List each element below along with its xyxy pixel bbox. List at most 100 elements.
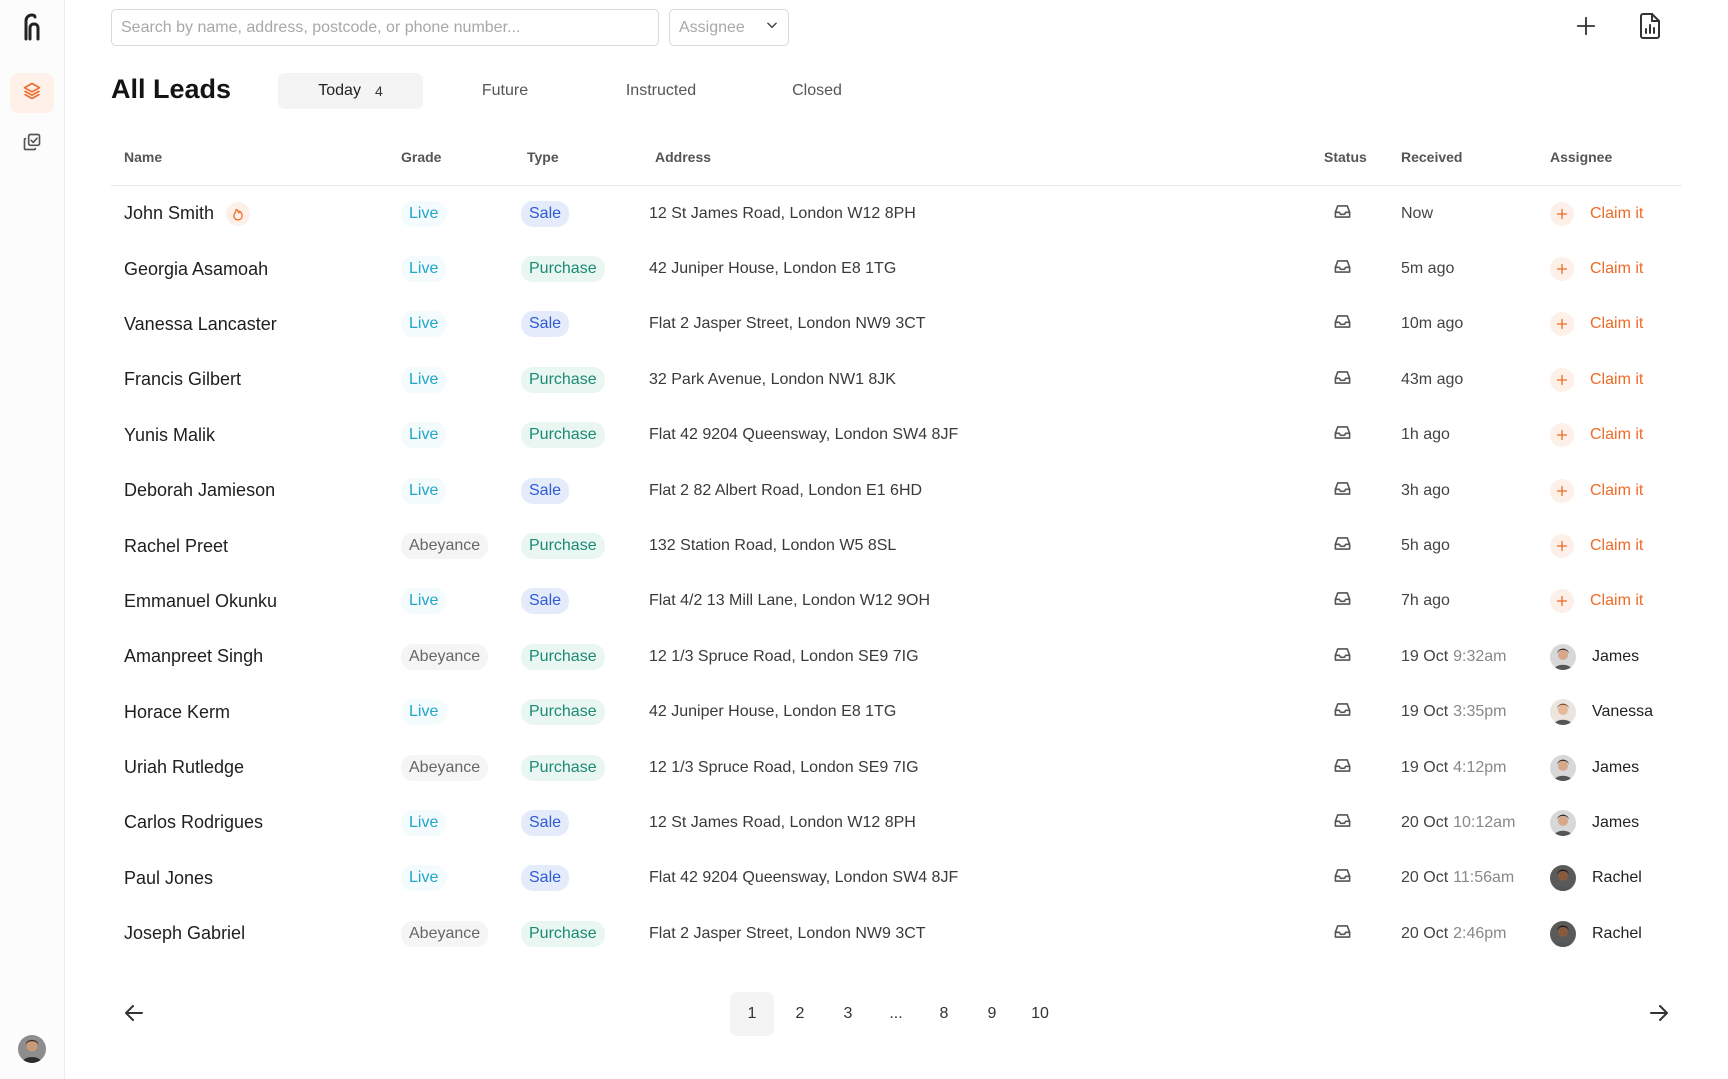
column-header-type[interactable]: Type (527, 149, 559, 165)
table-row[interactable]: Yunis Malik Live Purchase Flat 42 9204 Quee… (111, 408, 1682, 463)
page-number-button[interactable]: 2 (778, 992, 822, 1036)
column-header-received[interactable]: Received (1401, 149, 1462, 165)
assignee[interactable]: James (1550, 809, 1639, 836)
inbox-icon[interactable] (1333, 700, 1352, 724)
tab-instructed[interactable]: Instructed (605, 73, 717, 109)
inbox-icon[interactable] (1333, 866, 1352, 890)
table-row[interactable]: Deborah Jamieson Live Sale Flat 2 82 Albert… (111, 463, 1682, 518)
table-row[interactable]: Georgia Asamoah Live Purchase 42 Juniper Ho… (111, 241, 1682, 296)
page-number-button[interactable]: 1 (730, 992, 774, 1036)
table-row[interactable]: Paul Jones Live Sale Flat 42 9204 Queensway… (111, 851, 1682, 906)
page-number-button[interactable]: 9 (970, 992, 1014, 1036)
table-row[interactable]: Uriah Rutledge Abeyance Purchase 12 1/3 Spr… (111, 740, 1682, 795)
assignee-cell: Rachel (1550, 851, 1642, 906)
assignee[interactable]: Rachel (1550, 865, 1642, 892)
lead-address: 12 St James Road, London W12 8PH (649, 813, 916, 831)
lead-name[interactable]: Yunis Malik (124, 425, 215, 446)
received-date: 20 Oct (1401, 869, 1449, 887)
table-row[interactable]: Rachel Preet Abeyance Purchase 132 Station … (111, 518, 1682, 573)
user-avatar[interactable] (18, 1035, 46, 1063)
lead-name[interactable]: Horace Kerm (124, 702, 230, 723)
assignee[interactable]: Vanessa (1550, 699, 1653, 726)
table-row[interactable]: Joseph Gabriel Abeyance Purchase Flat 2 Jas… (111, 906, 1682, 961)
column-header-name[interactable]: Name (124, 149, 162, 165)
column-header-status[interactable]: Status (1324, 149, 1367, 165)
lead-name-cell: Uriah Rutledge (124, 740, 244, 795)
status-cell (1333, 463, 1352, 518)
lead-address: Flat 2 Jasper Street, London NW9 3CT (649, 924, 926, 942)
plus-icon (1550, 201, 1574, 226)
inbox-icon[interactable] (1333, 756, 1352, 780)
table-row[interactable]: Horace Kerm Live Purchase 42 Juniper House,… (111, 685, 1682, 740)
claim-button[interactable]: Claim it (1550, 312, 1643, 337)
assignee-filter-dropdown[interactable]: Assignee (669, 9, 789, 46)
table-row[interactable]: Vanessa Lancaster Live Sale Flat 2 Jasper S… (111, 297, 1682, 352)
lead-name[interactable]: John Smith (124, 203, 214, 224)
lead-name[interactable]: Francis Gilbert (124, 369, 241, 390)
inbox-icon[interactable] (1333, 257, 1352, 281)
claim-button[interactable]: Claim it (1550, 589, 1643, 614)
report-button[interactable] (1634, 12, 1666, 44)
received-time: 11:56am (1453, 869, 1515, 887)
assignee[interactable]: Rachel (1550, 920, 1642, 947)
grade-cell: Live (401, 795, 447, 850)
table-row[interactable]: Emmanuel Okunku Live Sale Flat 4/2 13 Mill … (111, 574, 1682, 629)
lead-name[interactable]: Emmanuel Okunku (124, 591, 277, 612)
inbox-icon[interactable] (1333, 312, 1352, 336)
inbox-icon[interactable] (1333, 479, 1352, 503)
prev-page-button[interactable] (117, 998, 151, 1032)
received-date: 1h ago (1401, 426, 1450, 444)
claim-button[interactable]: Claim it (1550, 201, 1643, 226)
page-number-button[interactable]: 3 (826, 992, 870, 1036)
brand-logo-icon[interactable] (20, 12, 44, 42)
claim-button[interactable]: Claim it (1550, 367, 1643, 392)
search-input[interactable] (111, 9, 659, 46)
claim-button[interactable]: Claim it (1550, 478, 1643, 503)
lead-name[interactable]: Rachel Preet (124, 536, 228, 557)
assignee-cell: Claim it (1550, 463, 1643, 518)
grade-badge: Live (401, 256, 447, 283)
table-row[interactable]: John Smith Live Sale 12 St James Road, Lond… (111, 186, 1682, 241)
tab-today[interactable]: Today 4 (278, 73, 423, 109)
inbox-icon[interactable] (1333, 368, 1352, 392)
assignee-name: James (1592, 647, 1640, 665)
tab-closed[interactable]: Closed (767, 73, 867, 109)
lead-name[interactable]: Joseph Gabriel (124, 923, 245, 944)
next-page-button[interactable] (1642, 998, 1676, 1032)
inbox-icon[interactable] (1333, 922, 1352, 946)
column-header-grade[interactable]: Grade (401, 149, 441, 165)
lead-name[interactable]: Georgia Asamoah (124, 259, 268, 280)
table-row[interactable]: Amanpreet Singh Abeyance Purchase 12 1/3 Sp… (111, 629, 1682, 684)
inbox-icon[interactable] (1333, 202, 1352, 226)
received-cell: 19 Oct 9:32am (1401, 629, 1507, 684)
lead-name[interactable]: Carlos Rodrigues (124, 812, 263, 833)
sidebar-item-leads[interactable] (10, 73, 54, 113)
table-row[interactable]: Carlos Rodrigues Live Sale 12 St James Road… (111, 795, 1682, 850)
claim-button[interactable]: Claim it (1550, 257, 1643, 282)
lead-name[interactable]: Amanpreet Singh (124, 646, 263, 667)
lead-name[interactable]: Deborah Jamieson (124, 480, 275, 501)
lead-name[interactable]: Vanessa Lancaster (124, 314, 277, 335)
column-header-assignee[interactable]: Assignee (1550, 149, 1612, 165)
table-row[interactable]: Francis Gilbert Live Purchase 32 Park Avenu… (111, 352, 1682, 407)
page-number-button[interactable]: 10 (1018, 992, 1062, 1036)
inbox-icon[interactable] (1333, 423, 1352, 447)
tab-future[interactable]: Future (455, 73, 555, 109)
lead-name[interactable]: Paul Jones (124, 868, 213, 889)
assignee[interactable]: James (1550, 643, 1640, 670)
claim-button[interactable]: Claim it (1550, 423, 1643, 448)
type-badge: Purchase (521, 256, 605, 283)
assignee[interactable]: James (1550, 754, 1639, 781)
lead-name[interactable]: Uriah Rutledge (124, 757, 244, 778)
inbox-icon[interactable] (1333, 811, 1352, 835)
grade-cell: Abeyance (401, 629, 489, 684)
type-badge: Sale (521, 311, 570, 338)
page-number-button[interactable]: 8 (922, 992, 966, 1036)
sidebar-item-tasks[interactable] (10, 124, 54, 164)
claim-button[interactable]: Claim it (1550, 534, 1643, 559)
inbox-icon[interactable] (1333, 589, 1352, 613)
column-header-address[interactable]: Address (655, 149, 711, 165)
inbox-icon[interactable] (1333, 534, 1352, 558)
inbox-icon[interactable] (1333, 645, 1352, 669)
add-lead-button[interactable] (1570, 12, 1602, 44)
